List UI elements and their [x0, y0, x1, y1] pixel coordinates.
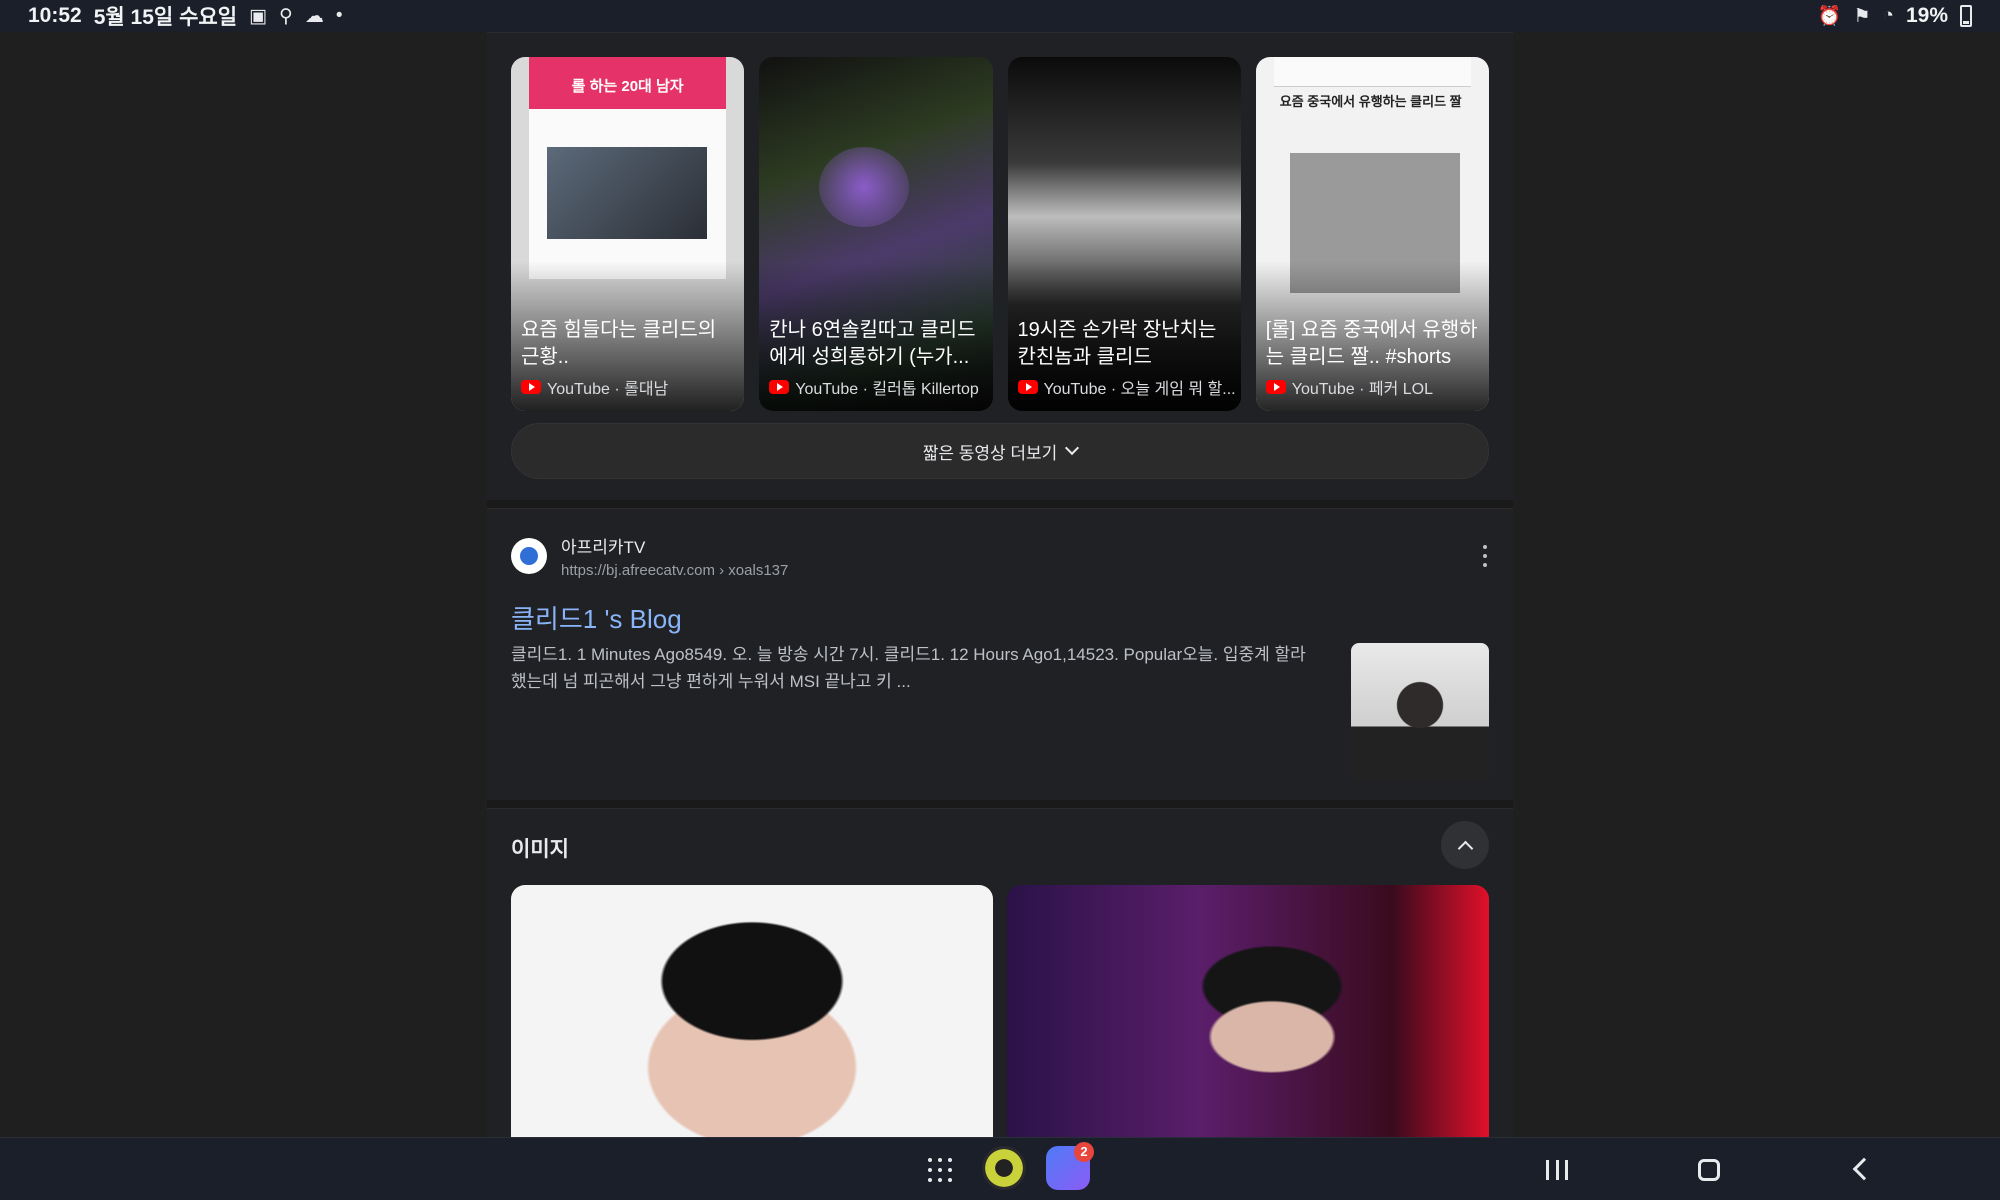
status-date: 5월 15일 수요일	[93, 6, 238, 29]
chevron-down-icon	[1065, 440, 1080, 456]
status-right: ⏰ ⚑ ◔ 19%	[1818, 4, 1972, 28]
battery-icon	[1960, 5, 1972, 27]
game-app-icon[interactable]	[982, 1146, 1026, 1190]
notification-badge: 2	[1074, 1142, 1094, 1162]
site-url: https://bj.afreecatv.com › xoals137	[561, 562, 789, 579]
wifi-icon: ◔	[1882, 5, 1894, 26]
recents-icon[interactable]	[1546, 1160, 1568, 1180]
location-icon: ⚑	[1853, 5, 1871, 27]
result-snippet: 클리드1. 1 Minutes Ago8549. 오. 늘 방송 시간 7시. …	[511, 645, 1306, 691]
status-left: 10:52 5월 15일 수요일 ▣ ⚲ ☁ •	[28, 1, 343, 31]
youtube-icon	[1265, 380, 1286, 394]
short-title: 요즘 힘들다는 클리드의 근황..	[521, 319, 717, 368]
short-source: YouTube · 오늘 게임 뭐 할...	[1017, 375, 1235, 399]
images-section: 이미지	[487, 808, 1513, 1138]
youtube-icon	[1017, 380, 1038, 394]
result-title-link[interactable]: 클리드1 's Blog	[511, 599, 682, 636]
battery-percent: 19%	[1905, 4, 1948, 27]
short-source: YouTube · 페커 LOL	[1265, 375, 1483, 399]
navigation-bar: 2	[0, 1137, 2000, 1200]
more-shorts-label: 짧은 동영상 더보기	[922, 443, 1058, 463]
short-source: YouTube · 롤대남	[521, 375, 738, 399]
short-video-card[interactable]: 롤 하는 20대 남자 요즘 힘들다는 클리드의 근황.. YouTube · …	[511, 57, 745, 411]
image-result[interactable]	[1007, 885, 1489, 1138]
more-notifications-icon: •	[335, 5, 343, 26]
thumbnail-heading-text: 요즘 중국에서 유행하는 클리드 짤	[1279, 94, 1462, 109]
gallery-icon: ▣	[249, 5, 267, 27]
home-icon[interactable]	[1698, 1159, 1720, 1181]
site-name: 아프리카TV	[561, 538, 646, 557]
image-result[interactable]	[511, 885, 993, 1138]
short-title: 19시즌 손가락 장난치는 칸친놈과 클리드	[1017, 319, 1217, 368]
web-result: 아프리카TV https://bj.afreecatv.com › xoals1…	[487, 508, 1513, 800]
short-video-card[interactable]: 요즘 중국에서 유행하는 클리드 짤 [롤] 요즘 중국에서 유행하는 클리드 …	[1255, 57, 1489, 411]
result-site-info[interactable]: 아프리카TV https://bj.afreecatv.com › xoals1…	[511, 533, 788, 579]
images-heading: 이미지	[511, 838, 569, 861]
youtube-icon	[521, 380, 541, 394]
search-results-column: 롤 하는 20대 남자 요즘 힘들다는 클리드의 근황.. YouTube · …	[487, 32, 1513, 1138]
app-drawer-icon[interactable]	[928, 1158, 952, 1182]
shorts-section: 롤 하는 20대 남자 요즘 힘들다는 클리드의 근황.. YouTube · …	[487, 32, 1513, 500]
short-title: 칸나 6연솔킬따고 클리드에게 성희롱하기 (누가...	[769, 319, 976, 368]
cloud-icon: ☁	[304, 5, 324, 27]
collapse-images-button[interactable]	[1441, 821, 1489, 869]
short-title: [롤] 요즘 중국에서 유행하는 클리드 짤.. #shorts	[1265, 319, 1478, 368]
back-icon[interactable]	[1852, 1157, 1876, 1181]
status-bar: 10:52 5월 15일 수요일 ▣ ⚲ ☁ • ⏰ ⚑ ◔ 19%	[0, 0, 2000, 32]
short-video-card[interactable]: 칸나 6연솔킬따고 클리드에게 성희롱하기 (누가... YouTube · 킬…	[759, 57, 993, 411]
chevron-up-icon	[1457, 840, 1473, 856]
accessibility-icon: ⚲	[278, 5, 293, 27]
shorts-carousel[interactable]: 롤 하는 20대 남자 요즘 힘들다는 클리드의 근황.. YouTube · …	[511, 57, 1489, 411]
youtube-icon	[769, 380, 790, 394]
alarm-icon: ⏰	[1817, 6, 1842, 27]
short-video-card[interactable]: 19시즌 손가락 장난치는 칸친놈과 클리드 YouTube · 오늘 게임 뭐…	[1007, 57, 1241, 411]
more-options-icon[interactable]	[1481, 545, 1489, 567]
more-shorts-button[interactable]: 짧은 동영상 더보기	[511, 423, 1489, 479]
result-thumbnail[interactable]	[1351, 643, 1489, 781]
status-time: 10:52	[28, 4, 82, 27]
site-favicon-icon	[511, 538, 547, 574]
short-source: YouTube · 킬러톱 Killertop	[769, 375, 986, 399]
thumbnail-banner-text: 롤 하는 20대 남자	[529, 57, 727, 109]
